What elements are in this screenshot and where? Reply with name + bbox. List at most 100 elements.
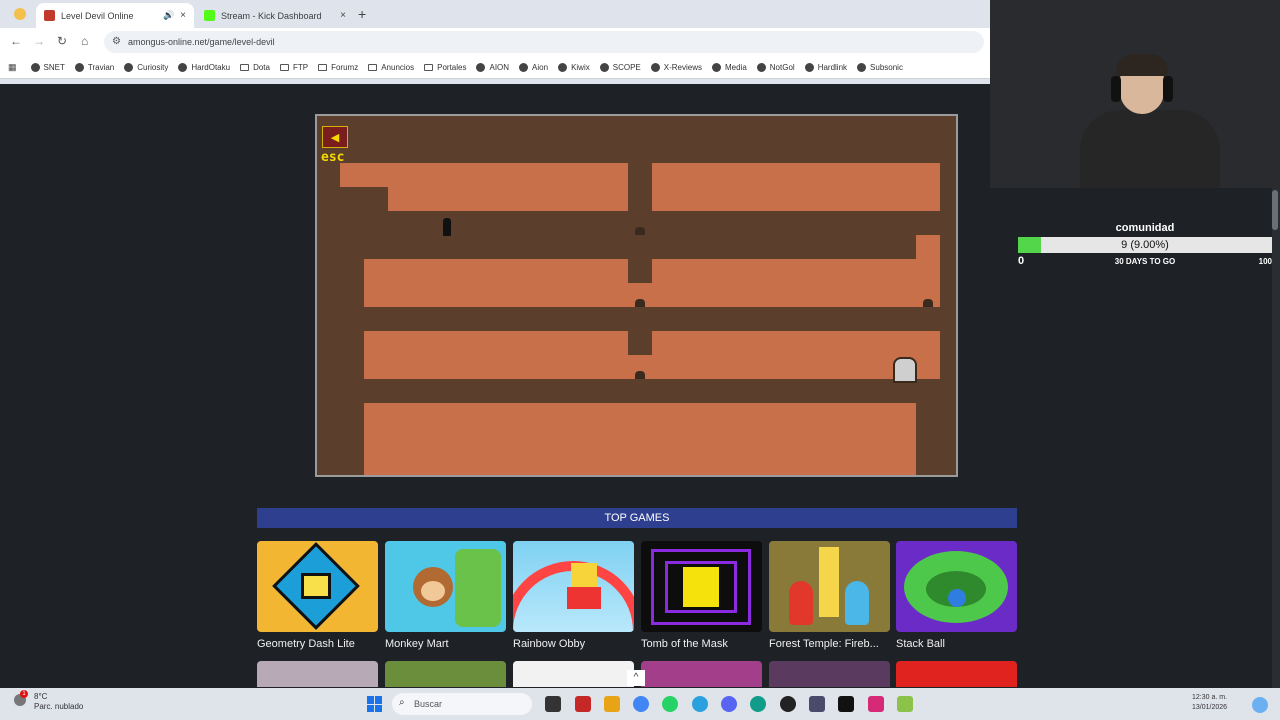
game-canvas[interactable]: ◀ esc [315,114,958,477]
bookmark-subsonic[interactable]: Subsonic [857,62,903,72]
bookmark-portales[interactable]: Portales [424,63,466,72]
spike-hazard [635,299,645,307]
discord-icon[interactable] [721,696,737,712]
stack-ball-thumbnail[interactable] [896,541,1017,632]
instagram-icon[interactable] [868,696,884,712]
system-clock[interactable]: 12:30 a. m. 13/01/2026 [1192,693,1227,713]
wall-notch [340,187,388,211]
profile-icon[interactable] [14,8,26,20]
bookmark-forumz[interactable]: Forumz [318,63,358,72]
game-card-title[interactable]: Rainbow Obby [513,638,634,650]
game-card-title[interactable]: Tomb of the Mask [641,638,762,650]
game-card-thumbnail-partial[interactable] [641,661,762,687]
bookmark-hardotaku[interactable]: HardOtaku [178,62,230,72]
esc-label: esc [321,150,345,165]
app-window-icon[interactable] [809,696,825,712]
bookmark-aion-caps[interactable]: AION [476,62,509,72]
streamer-body [1080,110,1220,188]
capcut-icon[interactable] [838,696,854,712]
windows-start-icon[interactable] [367,696,383,712]
speaker-icon[interactable]: 🔊 [163,10,174,21]
bookmark-snet[interactable]: SNET [30,62,65,72]
bookmark-hardlink[interactable]: Hardlink [804,62,847,72]
game-card-thumbnail-partial[interactable] [896,661,1017,687]
bookmark-media[interactable]: Media [711,62,747,72]
whatsapp-icon[interactable] [662,696,678,712]
forest-temple-thumbnail[interactable] [769,541,890,632]
globe-icon [74,62,84,72]
monkey-mart-thumbnail[interactable] [385,541,506,632]
bookmark-dota[interactable]: Dota [240,63,270,72]
bookmark-x-reviews[interactable]: X-Reviews [650,62,702,72]
app-l-icon[interactable] [575,696,591,712]
forward-icon[interactable]: → [33,34,45,48]
tab-level-devil[interactable]: Level Devil Online 🔊 × [36,3,194,28]
telegram-icon[interactable] [692,696,708,712]
reload-icon[interactable]: ↻ [57,34,67,48]
obs-icon[interactable] [780,696,796,712]
new-tab-button[interactable]: + [358,6,366,22]
address-bar-row: ← → ↻ ⌂ ⚙ amongus-online.net/game/level-… [0,28,990,56]
bookmark-scope[interactable]: SCOPE [599,62,641,72]
player-character [443,218,451,236]
chrome-icon[interactable] [633,696,649,712]
url-input[interactable]: ⚙ amongus-online.net/game/level-devil [104,31,984,53]
game-card-monkey-mart[interactable]: Monkey Mart [385,541,506,650]
file-explorer-icon[interactable] [604,696,620,712]
close-tab-icon[interactable]: × [180,10,186,21]
game-card-title[interactable]: Monkey Mart [385,638,506,650]
game-card-thumbnail-partial[interactable] [513,661,634,687]
game-card-stack-ball[interactable]: Stack Ball [896,541,1017,650]
tab-kick-dashboard[interactable]: Stream - Kick Dashboard × [196,3,354,28]
game-card-thumbnail-partial[interactable] [257,661,378,687]
globe-icon [558,62,568,72]
goal-footer: 0 30 DAYS TO GO 100 [1018,255,1272,269]
goal-max: 100 [1258,257,1272,266]
notification-badge: 1 [20,690,28,698]
bookmark-ftp[interactable]: FTP [279,63,308,72]
site-info-icon[interactable]: ⚙ [112,36,121,47]
game-card-rainbow-obby[interactable]: Rainbow Obby [513,541,634,650]
chevron-up-icon[interactable]: ^ [627,670,645,686]
game-card-title[interactable]: Forest Temple: Fireb... [769,638,890,650]
game-card-tomb-of-the-mask[interactable]: Tomb of the Mask [641,541,762,650]
folder-icon [279,63,289,71]
floor-block [916,235,940,259]
rainbow-obby-thumbnail[interactable] [513,541,634,632]
game-card-title[interactable]: Stack Ball [896,638,1017,650]
globe-icon [476,62,486,72]
goal-days-left: 30 DAYS TO GO [1114,257,1176,266]
task-view-icon[interactable] [545,696,561,712]
exit-door [893,357,917,383]
taskbar-search-input[interactable]: ⌕ Buscar [392,693,532,715]
globe-icon [124,62,134,72]
game-card-thumbnail-partial[interactable] [385,661,506,687]
notes-icon[interactable] [897,696,913,712]
bookmark-anuncios[interactable]: Anuncios [368,63,414,72]
bookmarks-bar: ▦ SNET Travian Curiosity HardOtaku Dota … [0,56,990,78]
back-icon[interactable]: ← [10,34,22,48]
bookmark-curiosity[interactable]: Curiosity [124,62,168,72]
url-text: amongus-online.net/game/level-devil [128,37,275,47]
tomb-of-the-mask-thumbnail[interactable] [641,541,762,632]
bookmark-notgol[interactable]: NotGol [756,62,795,72]
bookmark-kiwix[interactable]: Kiwix [558,62,590,72]
close-tab-icon[interactable]: × [340,10,346,21]
weather-widget[interactable]: 1 8°C Parc. nublado [14,690,83,712]
apps-button[interactable]: ▦ [8,62,21,73]
game-card-forest-temple[interactable]: Forest Temple: Fireb... [769,541,890,650]
edge-icon[interactable] [750,696,766,712]
page-scrollbar[interactable] [1272,188,1280,688]
bookmark-aion[interactable]: Aion [519,62,548,72]
game-card-thumbnail-partial[interactable] [769,661,890,687]
scrollbar-thumb[interactable] [1272,190,1278,230]
globe-icon [178,62,188,72]
copilot-icon[interactable] [1252,697,1268,713]
back-arrow-icon[interactable]: ◀ [322,126,348,148]
geometry-dash-thumbnail[interactable] [257,541,378,632]
game-card-title[interactable]: Geometry Dash Lite [257,638,378,650]
bookmark-travian[interactable]: Travian [74,62,114,72]
globe-icon [599,62,609,72]
game-card-geometry-dash[interactable]: Geometry Dash Lite [257,541,378,650]
home-icon[interactable]: ⌂ [81,34,88,48]
